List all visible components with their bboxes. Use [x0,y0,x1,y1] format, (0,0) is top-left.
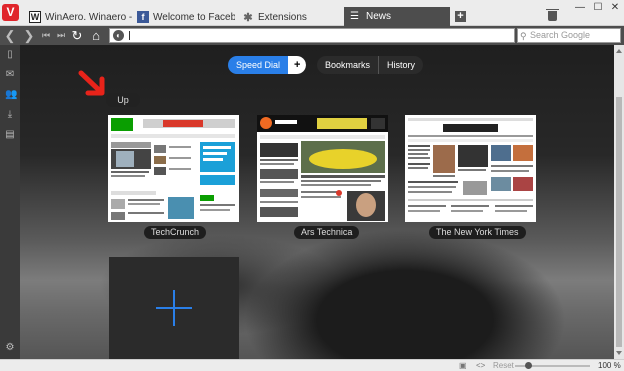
close-button[interactable]: ✕ [608,3,622,13]
notes-icon[interactable]: ▤ [5,130,15,140]
speed-dial-tile-ars-technica[interactable] [257,115,388,222]
tab-facebook[interactable]: f Welcome to Facebook - L [137,8,235,26]
plus-icon-vertical [173,290,175,326]
speed-dial-page: Speed Dial + Bookmarks History Up TechCr… [20,45,614,359]
ars-technica-thumbnail [257,115,388,222]
up-folder-button[interactable]: Up [106,93,140,107]
download-icon[interactable]: ⤓ [5,110,15,120]
code-icon[interactable]: <> [476,361,485,370]
speed-dial-tile-new-york-times[interactable] [405,115,536,222]
techcrunch-thumbnail [108,115,239,222]
new-york-times-thumbnail [405,115,536,222]
mail-icon[interactable]: ✉ [5,70,15,80]
tab-label: WinAero. Winaero - Free [45,11,133,23]
scroll-up-icon[interactable] [616,49,622,53]
panel-switcher: Bookmarks History [317,56,424,74]
settings-icon[interactable]: ⚙ [5,343,15,353]
home-icon[interactable]: ⌂ [89,28,103,43]
tab-label: News [366,11,392,22]
contacts-icon[interactable]: 👥 [5,90,17,100]
page-scrollbar[interactable] [614,45,624,359]
rewind-icon[interactable]: ⏮ [40,28,52,43]
tab-news[interactable]: ☰ News [344,7,450,26]
tile-label: The New York Times [429,226,526,239]
trash-icon[interactable] [546,9,559,21]
status-bar: ▣ <> Reset 100 % [0,359,624,371]
tab-label: Extensions [258,11,307,23]
search-placeholder: Search Google [530,30,591,40]
facebook-favicon-icon: f [137,11,149,23]
add-speed-dial-button[interactable]: + [288,56,307,74]
maximize-button[interactable]: ☐ [591,3,605,13]
address-toolbar: ❮ ❯ ⏮ ⏭ ↻ ⌂ ◐ ⚲ Search Google [0,26,624,45]
tab-bar: V W WinAero. Winaero - Free f Welcome to… [0,0,624,26]
zoom-slider-knob[interactable] [525,362,532,369]
tile-label: TechCrunch [144,226,207,239]
scroll-down-icon[interactable] [616,351,622,355]
add-speed-dial-tile[interactable] [109,257,239,359]
tab-bookmarks[interactable]: Bookmarks [317,56,378,74]
tab-extensions[interactable]: ✱ Extensions [242,8,337,26]
fast-forward-icon[interactable]: ⏭ [55,28,67,43]
new-tab-button[interactable]: + [455,11,466,22]
tab-winaero[interactable]: W WinAero. Winaero - Free [29,8,133,26]
red-arrow-annotation [78,70,105,96]
address-field[interactable]: ◐ [109,28,515,43]
text-cursor [129,31,130,40]
puzzle-icon: ✱ [243,11,253,24]
bookmark-icon[interactable]: ▯ [5,50,15,60]
minimize-button[interactable]: — [573,3,587,13]
forward-icon[interactable]: ❯ [23,28,35,43]
tab-label: Welcome to Facebook - L [153,11,235,23]
reload-icon[interactable]: ↻ [70,28,84,43]
speed-dial-switcher: Speed Dial + [228,56,307,74]
winaero-favicon-icon: W [29,11,41,23]
tab-speed-dial[interactable]: Speed Dial [228,56,289,74]
side-panel: ▯ ✉ 👥 ⤓ ▤ ⚙ [0,45,20,359]
scrollbar-thumb[interactable] [616,97,622,347]
tab-history[interactable]: History [379,56,423,74]
news-icon: ☰ [350,11,359,22]
back-icon[interactable]: ❮ [4,28,16,43]
search-input[interactable]: ⚲ Search Google [517,28,621,43]
vivaldi-menu-icon[interactable]: V [2,4,19,21]
search-icon: ⚲ [520,31,527,41]
speed-dial-tile-techcrunch[interactable] [108,115,239,222]
zoom-reset-button[interactable]: Reset [493,361,514,370]
tile-label: Ars Technica [294,226,360,239]
image-toggle-icon[interactable]: ▣ [459,361,467,370]
zoom-level: 100 % [598,361,621,370]
site-info-icon[interactable]: ◐ [113,30,124,41]
